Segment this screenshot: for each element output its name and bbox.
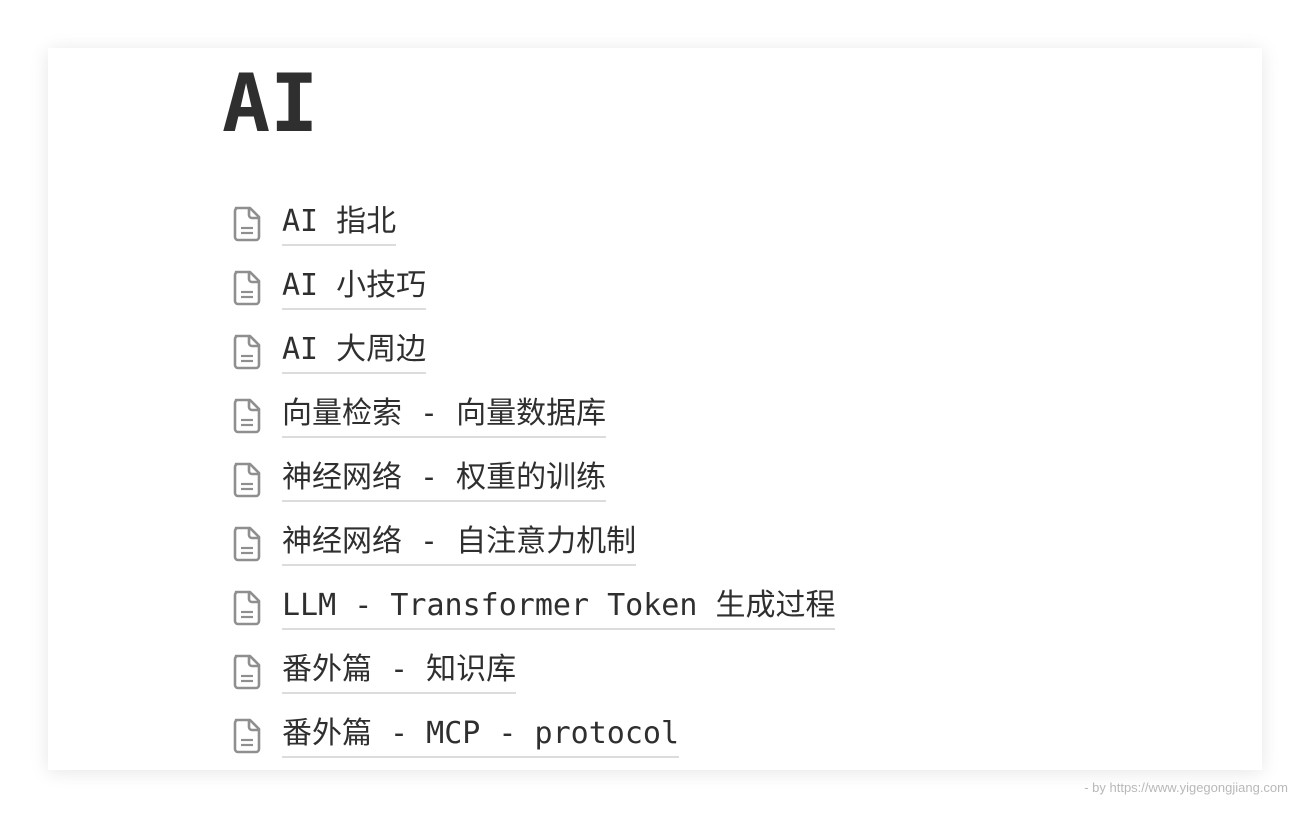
document-icon <box>232 462 264 498</box>
page-link-label: 番外篇 - 知识库 <box>282 650 517 694</box>
page-title: AI <box>222 57 319 150</box>
page-link[interactable]: 番外篇 - MCP - protocol <box>232 704 835 768</box>
page-link[interactable]: AI 小技巧 <box>232 256 835 320</box>
page-link-label: 番外篇 - MCP - protocol <box>282 714 680 758</box>
page-link-label: 神经网络 - 权重的训练 <box>282 458 607 502</box>
page-card: AI AI 指北 AI 小技巧 AI 大周边向量检索 - 向量数据库 神经网络 - 权… <box>48 48 1262 770</box>
document-icon <box>232 270 264 306</box>
document-icon <box>232 334 264 370</box>
page-link[interactable]: 神经网络 - 自注意力机制 <box>232 512 835 576</box>
document-icon <box>232 526 264 562</box>
document-icon <box>232 654 264 690</box>
page-link-label: 神经网络 - 自注意力机制 <box>282 522 637 566</box>
page-link-label: LLM - Transformer Token 生成过程 <box>282 586 836 630</box>
page-link[interactable]: LLM - Transformer Token 生成过程 <box>232 576 836 640</box>
page-link[interactable]: 神经网络 - 权重的训练 <box>232 448 835 512</box>
page-link-label: AI 指北 <box>282 202 397 246</box>
page-link[interactable]: 向量检索 - 向量数据库 <box>232 384 835 448</box>
document-icon <box>232 398 264 434</box>
page-link[interactable]: AI 指北 <box>232 192 835 256</box>
document-icon <box>232 718 264 754</box>
page-link-label: 向量检索 - 向量数据库 <box>282 394 607 438</box>
footer-credit: - by https://www.yigegongjiang.com <box>1084 780 1288 795</box>
page-link[interactable]: 番外篇 - 知识库 <box>232 640 835 704</box>
page-link-label: AI 小技巧 <box>282 266 427 310</box>
page-link-label: AI 大周边 <box>282 330 427 374</box>
document-icon <box>232 206 264 242</box>
document-icon <box>232 590 264 626</box>
page-link[interactable]: AI 大周边 <box>232 320 835 384</box>
page-list: AI 指北 AI 小技巧 AI 大周边向量检索 - 向量数据库 神经网络 - 权重的训… <box>232 192 836 768</box>
